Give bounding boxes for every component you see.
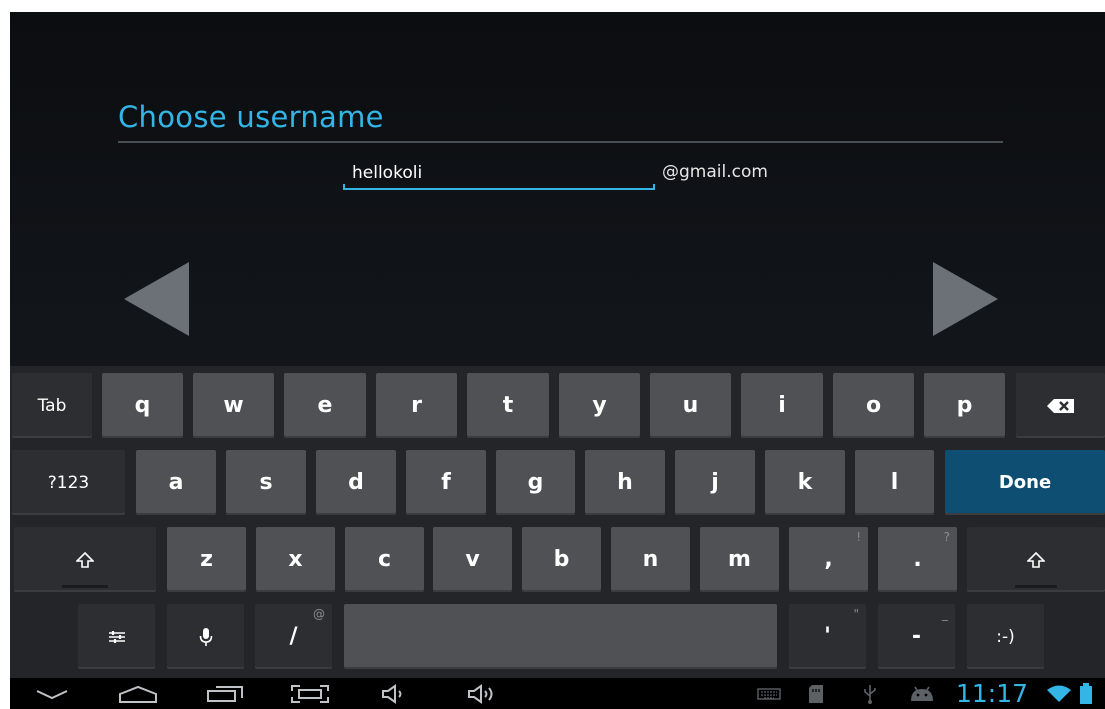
key-w[interactable]: w [193,373,274,438]
volume-up-icon [468,683,493,704]
shift-icon [1027,551,1045,568]
sd-card-icon [809,684,823,703]
key-c[interactable]: c [345,527,424,592]
key-h[interactable]: h [585,450,665,515]
usb-icon [864,684,876,704]
key-y[interactable]: y [559,373,640,438]
back-button[interactable] [34,678,70,709]
key-space[interactable] [344,604,777,669]
shift-indicator [1015,585,1057,588]
domain-suffix: @gmail.com [662,162,768,182]
key-k[interactable]: k [765,450,845,515]
usb-notification [860,678,880,709]
shift-indicator [62,585,108,588]
key-u[interactable]: u [650,373,731,438]
settings-icon [108,630,125,643]
volume-down-button[interactable] [378,678,410,709]
backspace-icon [1046,398,1074,413]
key-comma-hint: ! [856,530,861,544]
key-dash[interactable]: - _ [878,604,955,669]
key-apostrophe-hint: " [853,607,859,621]
key-slash-hint: @ [313,607,325,621]
key-i[interactable]: i [741,373,823,438]
previous-arrow-button[interactable] [124,262,189,336]
system-bar: 11:17 [10,678,1105,709]
key-period-label: . [913,547,922,572]
screenshot-button[interactable] [288,678,332,709]
screenshot-icon [291,684,329,703]
key-settings[interactable] [78,604,155,669]
key-smiley[interactable]: :-) [967,604,1044,669]
key-f[interactable]: f [406,450,486,515]
setup-screen: Choose username @gmail.com Tab q w e r t… [10,12,1105,709]
done-button[interactable]: Done [945,450,1105,515]
volume-down-icon [382,683,402,704]
key-v[interactable]: v [433,527,512,592]
microphone-icon [199,627,212,646]
key-apostrophe[interactable]: ' " [789,604,866,669]
key-e[interactable]: e [284,373,366,438]
key-r[interactable]: r [376,373,457,438]
home-icon [119,685,157,703]
android-debug-notification [907,678,937,709]
back-icon [36,689,68,699]
home-button[interactable] [116,678,160,709]
username-underline [343,184,655,190]
wifi-status [1044,678,1074,709]
key-b[interactable]: b [522,527,601,592]
key-x[interactable]: x [256,527,335,592]
username-field-wrap [343,160,664,190]
key-o[interactable]: o [833,373,914,438]
key-g[interactable]: g [496,450,575,515]
key-a[interactable]: a [136,450,216,515]
title-divider [118,141,1003,143]
key-m[interactable]: m [700,527,779,592]
key-voice-input[interactable] [167,604,244,669]
key-j[interactable]: j [675,450,755,515]
key-s[interactable]: s [226,450,306,515]
recents-button[interactable] [203,678,247,709]
key-tab[interactable]: Tab [12,373,92,438]
key-shift-right[interactable] [967,527,1105,592]
key-t[interactable]: t [467,373,549,438]
key-n[interactable]: n [611,527,690,592]
key-apostrophe-label: ' [824,624,831,649]
username-input[interactable] [343,160,664,186]
on-screen-keyboard: Tab q w e r t y u i o p ?123 a s d f g h… [10,366,1105,678]
battery-status [1076,678,1096,709]
volume-up-button[interactable] [464,678,500,709]
recents-icon [207,685,243,702]
next-arrow-button[interactable] [933,262,998,336]
key-z[interactable]: z [167,527,246,592]
key-p[interactable]: p [924,373,1005,438]
key-period-hint: ? [943,530,950,544]
key-slash-label: / [289,624,298,649]
key-comma[interactable]: , ! [789,527,868,592]
key-symbols[interactable]: ?123 [12,450,125,515]
key-period[interactable]: . ? [878,527,957,592]
key-shift-left[interactable] [14,527,156,592]
android-icon [911,686,933,701]
key-q[interactable]: q [102,373,183,438]
key-dash-hint: _ [942,607,948,621]
shift-icon [76,551,94,568]
sdcard-notification [806,678,826,709]
keyboard-icon [757,687,781,700]
wifi-icon [1047,685,1071,702]
clock: 11:17 [956,679,1029,708]
key-backspace[interactable] [1016,373,1105,438]
key-l[interactable]: l [855,450,934,515]
key-slash[interactable]: / @ [255,604,332,669]
key-comma-label: , [824,547,833,572]
key-dash-label: - [911,624,922,649]
page-title: Choose username [118,100,384,134]
keyboard-notification [756,678,782,709]
key-d[interactable]: d [316,450,396,515]
battery-icon [1080,682,1092,704]
